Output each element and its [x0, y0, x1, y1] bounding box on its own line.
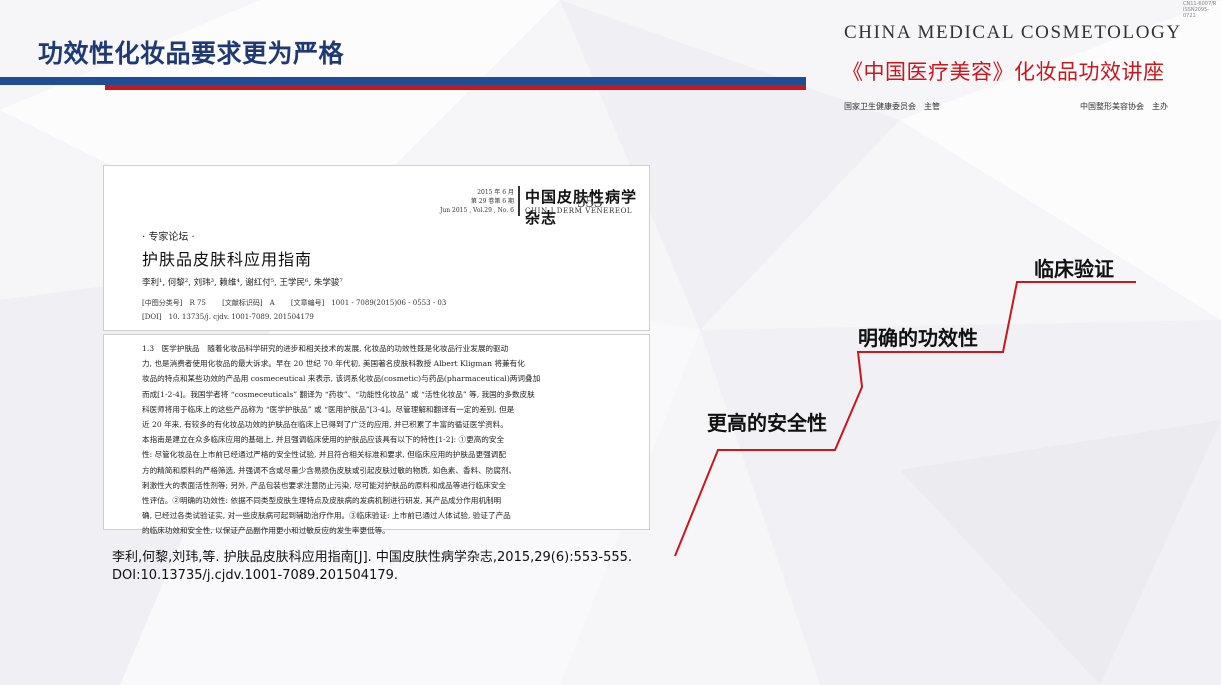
- staircase-line: [674, 281, 1136, 557]
- step-label-clinical: 临床验证: [1034, 257, 1114, 281]
- step-label-efficacy: 明确的功效性: [858, 326, 978, 350]
- step-label-safety: 更高的安全性: [707, 411, 827, 435]
